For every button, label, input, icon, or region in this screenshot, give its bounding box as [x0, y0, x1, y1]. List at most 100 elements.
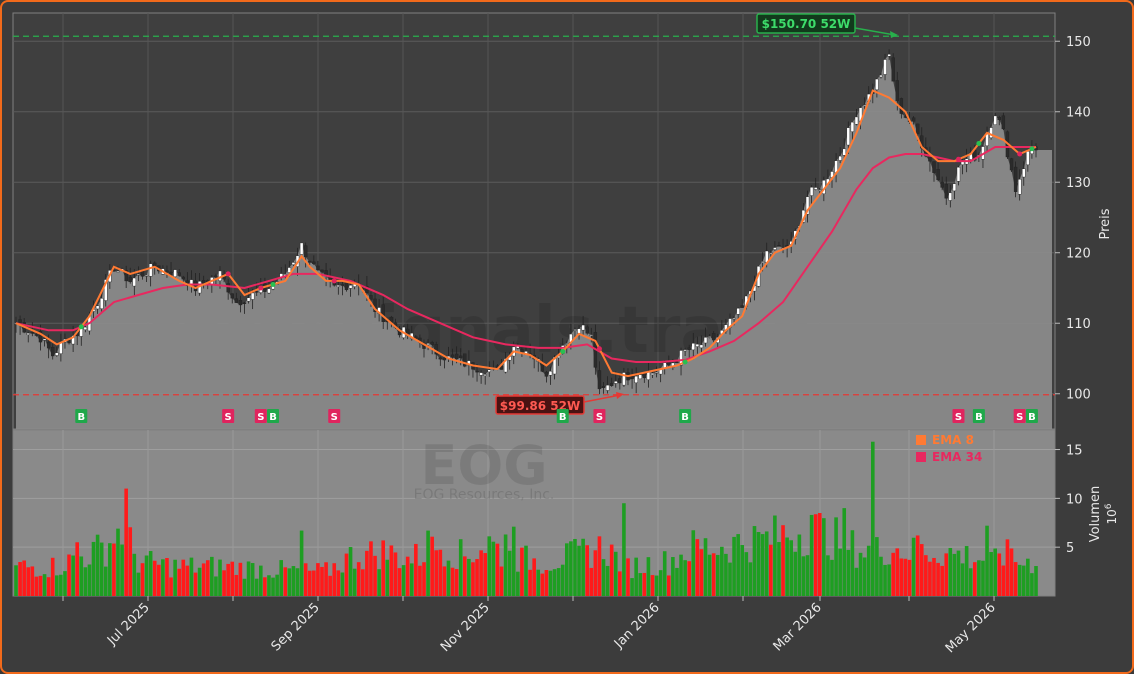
volume-bar [312, 570, 316, 596]
volume-bar [26, 567, 31, 596]
volume-bar [1017, 564, 1022, 596]
candle-body [242, 302, 247, 304]
volume-bar [442, 566, 447, 596]
volume-bar [63, 571, 67, 596]
volume-bar [22, 560, 26, 596]
volume-bar [503, 534, 508, 596]
volume-bar [173, 559, 177, 596]
candle-body [422, 345, 426, 349]
volume-bar [108, 543, 112, 596]
volume-bar [144, 555, 149, 596]
candle-body [883, 59, 887, 75]
volume-bar [226, 563, 230, 596]
volume-bar [446, 560, 451, 596]
candle-body [597, 370, 602, 390]
volume-bar [34, 576, 39, 596]
volume-bar [332, 563, 337, 596]
volume-bar [720, 546, 724, 596]
volume-bar [205, 560, 210, 596]
candle-body [903, 116, 908, 118]
volume-bar [169, 577, 173, 596]
candle-body [687, 347, 691, 350]
volume-bar [981, 560, 985, 596]
volume-bar [748, 562, 753, 596]
volume-bar [316, 563, 320, 596]
legend-label-ema34: EMA 34 [932, 450, 982, 464]
volume-bar [585, 545, 589, 596]
volume-bar [344, 553, 349, 596]
volume-bar [491, 541, 496, 596]
volume-bar [662, 551, 667, 596]
candle-body [699, 344, 704, 349]
candle-body [854, 116, 859, 125]
volume-bar [736, 534, 740, 596]
candle-body [30, 332, 35, 334]
candle-body [956, 166, 961, 182]
candle-body [875, 78, 879, 90]
candle-body [1017, 179, 1022, 195]
candle-body [46, 341, 51, 349]
candle-body [83, 326, 88, 330]
volume-bar [756, 532, 761, 596]
volume-bar [556, 568, 561, 596]
candle-body [948, 192, 953, 201]
volume-bar [638, 573, 643, 596]
candle-body [173, 269, 177, 277]
candle-body [846, 127, 851, 146]
volume-bar [373, 555, 377, 596]
candle-body [581, 324, 585, 331]
candle-body [707, 336, 712, 338]
volume-bar [279, 560, 283, 596]
ema-cross-dot [225, 271, 231, 277]
candle-body [450, 354, 455, 358]
volume-bar [405, 556, 410, 596]
volume-bar [658, 570, 663, 596]
volume-bar [707, 554, 712, 596]
volume-bar [99, 542, 104, 596]
volume-bar [560, 564, 565, 596]
volume-bar [369, 541, 373, 596]
volume-bar [605, 565, 610, 596]
volume-bar [817, 513, 822, 596]
ema-cross-dot [976, 140, 982, 146]
volume-bar [1005, 539, 1010, 596]
candle-body [740, 305, 744, 308]
volume-bar [254, 578, 259, 596]
signal-letter: S [225, 412, 232, 423]
volume-bar [161, 559, 165, 596]
candle-body [316, 265, 320, 271]
candle-body [952, 183, 957, 192]
volume-bar [381, 540, 385, 596]
legend-label-ema8: EMA 8 [932, 433, 974, 447]
volume-tick-label: 15 [1066, 444, 1083, 459]
volume-bar [589, 567, 594, 596]
volume-bar [397, 568, 402, 596]
candle-body [230, 293, 234, 299]
volume-axis-label: Volumen [1088, 486, 1103, 543]
volume-bar [520, 547, 524, 596]
volume-bar [977, 560, 981, 596]
volume-bar [634, 557, 638, 596]
volume-bar [275, 574, 279, 596]
candle-body [769, 252, 773, 254]
volume-bar [271, 577, 275, 596]
volume-bar [679, 554, 683, 596]
volume-bar [944, 553, 949, 596]
signal-letter: S [596, 412, 603, 423]
chart-frame: forexsignals.trade $150.70 52W $99.86 52… [0, 0, 1134, 674]
volume-tick-label: 5 [1066, 541, 1074, 556]
candle-body [634, 375, 638, 384]
volume-bar [307, 570, 312, 596]
candle-body [850, 121, 855, 132]
volume-bar [401, 565, 406, 596]
volume-bar [781, 525, 785, 596]
volume-bar [463, 556, 467, 596]
volume-bar [385, 559, 390, 596]
candle-body [638, 374, 642, 380]
volume-bar [846, 549, 851, 596]
volume-bar [528, 569, 532, 596]
candle-body [116, 270, 120, 273]
volume-bar [324, 562, 328, 596]
volume-bar [87, 564, 92, 596]
ema-cross-dot [1029, 146, 1035, 152]
